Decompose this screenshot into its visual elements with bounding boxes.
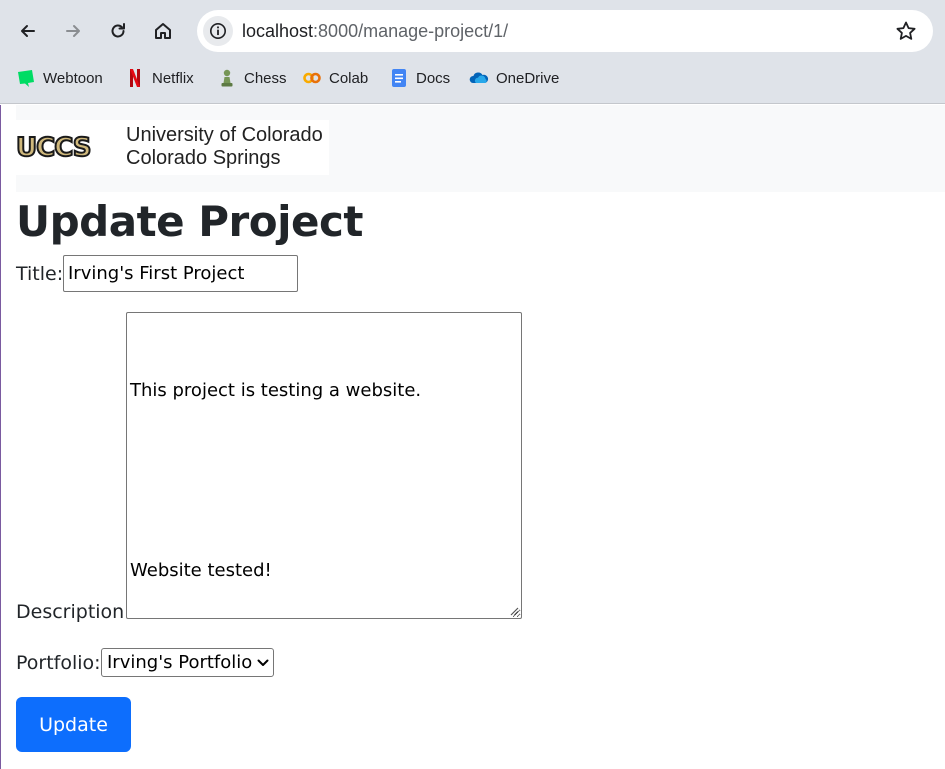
uccs-logo[interactable]: UCCS University of Colorado Colorado Spr… [15,120,329,175]
back-arrow-icon [21,25,35,37]
bookmark-label: Docs [416,69,451,87]
chess-pawn-icon [221,69,233,87]
browser-toolbar: localhost:8000/manage-project/1/ Webtoon… [0,0,945,104]
docs-icon [392,69,406,87]
description-line: This project is testing a website. [130,380,422,401]
bookmark-chess[interactable]: Chess [217,66,287,90]
page-content: UCCS University of Colorado Colorado Spr… [0,105,945,769]
logo-line-2: Colorado Springs [126,147,281,169]
bookmark-label: Chess [244,69,287,87]
url-path: :8000/manage-project/1/ [313,21,509,41]
description-label: Description: [16,601,131,623]
logo-mark: UCCS [15,132,93,164]
bookmark-label: Colab [329,69,369,87]
reload-icon [111,23,125,38]
page-title: Update Project [16,197,363,246]
home-icon [155,23,171,39]
info-icon [209,22,227,40]
description-line: Website tested! [130,560,272,581]
address-bar[interactable]: localhost:8000/manage-project/1/ [197,10,933,52]
portfolio-label: Portfolio: [16,652,101,674]
description-line [130,466,518,496]
colab-icon [303,72,321,84]
forward-button[interactable] [57,15,89,47]
bookmark-label: Netflix [152,69,194,87]
url-host: localhost [242,21,314,41]
bookmark-netflix[interactable]: Netflix [125,66,194,90]
logo-wordmark: University of Colorado Colorado Springs [126,124,323,170]
bookmark-label: Webtoon [43,69,103,87]
bookmark-onedrive[interactable]: OneDrive [469,66,559,90]
title-label: Title: [16,263,64,285]
logo-line-1: University of Colorado [126,124,323,146]
netflix-icon [130,69,140,87]
site-info-button[interactable] [203,16,233,46]
onedrive-icon [469,72,489,83]
description-textarea[interactable]: This project is testing a website. Websi… [126,312,522,619]
reload-button[interactable] [102,15,134,47]
title-input[interactable] [63,255,298,292]
forward-arrow-icon [66,25,80,37]
bookmark-webtoon[interactable]: Webtoon [16,66,103,90]
url-text[interactable]: localhost:8000/manage-project/1/ [242,21,508,42]
home-button[interactable] [147,15,179,47]
bookmark-label: OneDrive [496,69,560,87]
bookmark-docs[interactable]: Docs [389,66,450,90]
resize-handle-icon[interactable] [509,606,519,616]
update-button[interactable]: Update [16,697,131,752]
bookmarks-bar: Webtoon Netflix Chess Colab Docs OneDriv… [0,62,945,94]
bookmark-star-icon[interactable] [895,20,917,42]
chevron-down-icon [257,659,269,666]
webtoon-icon [18,70,34,87]
back-button[interactable] [12,15,44,47]
portfolio-selected-value: Irving's Portfolio [107,652,253,673]
portfolio-select[interactable]: Irving's Portfolio [101,648,274,677]
bookmark-colab[interactable]: Colab [302,66,368,90]
